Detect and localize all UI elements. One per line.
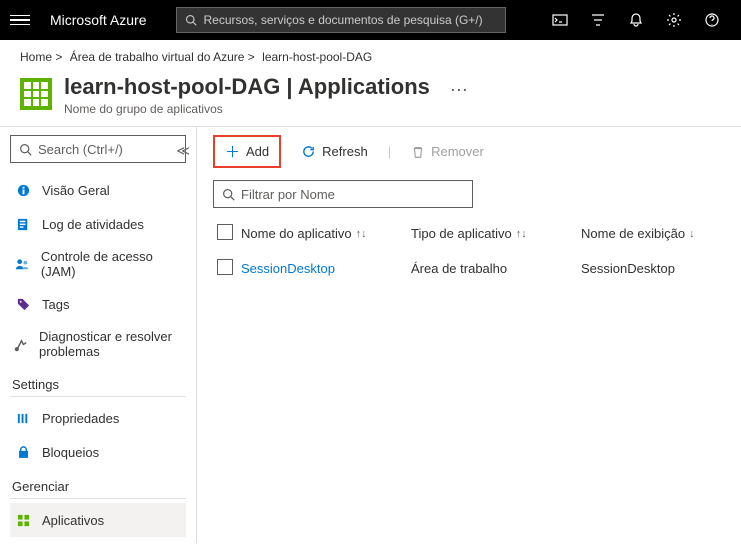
add-button-label: Add — [246, 144, 269, 159]
overview-icon — [14, 181, 32, 199]
sidebar-item-label: Bloqueios — [42, 445, 99, 460]
breadcrumb-current: learn-host-pool-DAG — [262, 50, 372, 64]
app-name-link[interactable]: SessionDesktop — [241, 261, 411, 276]
collapse-sidebar-icon[interactable]: ≪ — [176, 143, 190, 159]
notifications-icon[interactable] — [627, 11, 645, 29]
filter-placeholder: Filtrar por Nome — [241, 187, 335, 202]
more-actions-icon[interactable]: ⋯ — [450, 80, 468, 101]
app-display-cell: SessionDesktop — [581, 261, 721, 276]
locks-icon — [14, 443, 32, 461]
column-header-name[interactable]: Nome do aplicativo↑↓ — [241, 226, 411, 241]
global-search[interactable]: Recursos, serviços e documentos de pesqu… — [176, 7, 506, 33]
refresh-button[interactable]: Refresh — [291, 140, 378, 163]
app-type-cell: Área de trabalho — [411, 261, 581, 276]
settings-icon[interactable] — [665, 11, 683, 29]
activity-log-icon — [14, 215, 32, 233]
sort-icon: ↓ — [689, 228, 695, 240]
sidebar: Search (Ctrl+/) ≪ Visão Geral Log de ati… — [0, 127, 197, 543]
sidebar-search-placeholder: Search (Ctrl+/) — [38, 142, 123, 157]
filter-icon[interactable] — [589, 11, 607, 29]
table-row: SessionDesktop Área de trabalho SessionD… — [213, 249, 725, 288]
sidebar-item-locks[interactable]: Bloqueios — [10, 435, 186, 469]
diagnose-icon — [14, 335, 29, 353]
sidebar-item-properties[interactable]: Propriedades — [10, 401, 186, 435]
sidebar-item-label: Visão Geral — [42, 183, 110, 198]
row-checkbox[interactable] — [217, 259, 233, 275]
plus-icon: ＋ — [225, 141, 240, 162]
app-group-icon — [20, 78, 52, 110]
menu-icon[interactable] — [10, 15, 30, 26]
page-title: learn-host-pool-DAG | Applications — [64, 74, 430, 100]
refresh-icon — [301, 144, 316, 159]
sidebar-search[interactable]: Search (Ctrl+/) — [10, 135, 186, 163]
iam-icon — [14, 255, 31, 273]
refresh-button-label: Refresh — [322, 144, 368, 159]
properties-icon — [14, 409, 32, 427]
brand-label: Microsoft Azure — [50, 12, 146, 28]
sidebar-item-applications[interactable]: Aplicativos — [10, 503, 186, 537]
sidebar-item-label: Aplicativos — [42, 513, 104, 528]
global-search-placeholder: Recursos, serviços e documentos de pesqu… — [203, 13, 482, 27]
breadcrumb: Home > Área de trabalho virtual do Azure… — [0, 40, 741, 70]
sidebar-item-diagnose[interactable]: Diagnosticar e resolver problemas — [10, 321, 186, 367]
remove-button-label: Remover — [431, 144, 484, 159]
search-icon — [19, 143, 32, 156]
page-header: learn-host-pool-DAG | Applications Nome … — [0, 70, 741, 127]
sidebar-item-tags[interactable]: Tags — [10, 287, 186, 321]
search-icon — [222, 188, 235, 201]
applications-icon — [14, 511, 32, 529]
column-header-display[interactable]: Nome de exibição↓ — [581, 226, 721, 241]
tags-icon — [14, 295, 32, 313]
select-all-checkbox[interactable] — [217, 224, 233, 240]
command-bar: ＋ Add Refresh | Remover — [213, 135, 725, 168]
top-bar: Microsoft Azure Recursos, serviços e doc… — [0, 0, 741, 40]
main-content: ＋ Add Refresh | Remover Filtrar por Nome… — [197, 127, 741, 543]
delete-icon — [411, 145, 425, 159]
breadcrumb-home[interactable]: Home > — [20, 50, 62, 64]
breadcrumb-avd[interactable]: Área de trabalho virtual do Azure > — [70, 50, 255, 64]
sidebar-section-settings: Settings — [10, 367, 186, 397]
sidebar-item-iam[interactable]: Controle de acesso (JAM) — [10, 241, 186, 287]
sidebar-item-label: Tags — [42, 297, 69, 312]
sidebar-item-activity-log[interactable]: Log de atividades — [10, 207, 186, 241]
sidebar-item-label: Propriedades — [42, 411, 119, 426]
cloud-shell-icon[interactable] — [551, 11, 569, 29]
sidebar-item-overview[interactable]: Visão Geral — [10, 173, 186, 207]
sidebar-item-assignments[interactable]: Atribuições — [10, 537, 186, 543]
filter-input[interactable]: Filtrar por Nome — [213, 180, 473, 208]
column-header-type[interactable]: Tipo de aplicativo↑↓ — [411, 226, 581, 241]
separator: | — [388, 144, 391, 159]
sort-icon: ↑↓ — [516, 228, 527, 240]
sidebar-section-manage: Gerenciar — [10, 469, 186, 499]
page-subtitle: Nome do grupo de aplicativos — [64, 102, 430, 116]
remove-button[interactable]: Remover — [401, 140, 494, 163]
add-button[interactable]: ＋ Add — [213, 135, 281, 168]
sidebar-item-label: Diagnosticar e resolver problemas — [39, 329, 182, 359]
help-icon[interactable] — [703, 11, 721, 29]
search-icon — [185, 14, 197, 26]
sidebar-item-label: Controle de acesso (JAM) — [41, 249, 182, 279]
table-header: Nome do aplicativo↑↓ Tipo de aplicativo↑… — [213, 218, 725, 249]
sort-icon: ↑↓ — [356, 228, 367, 240]
sidebar-item-label: Log de atividades — [42, 217, 144, 232]
